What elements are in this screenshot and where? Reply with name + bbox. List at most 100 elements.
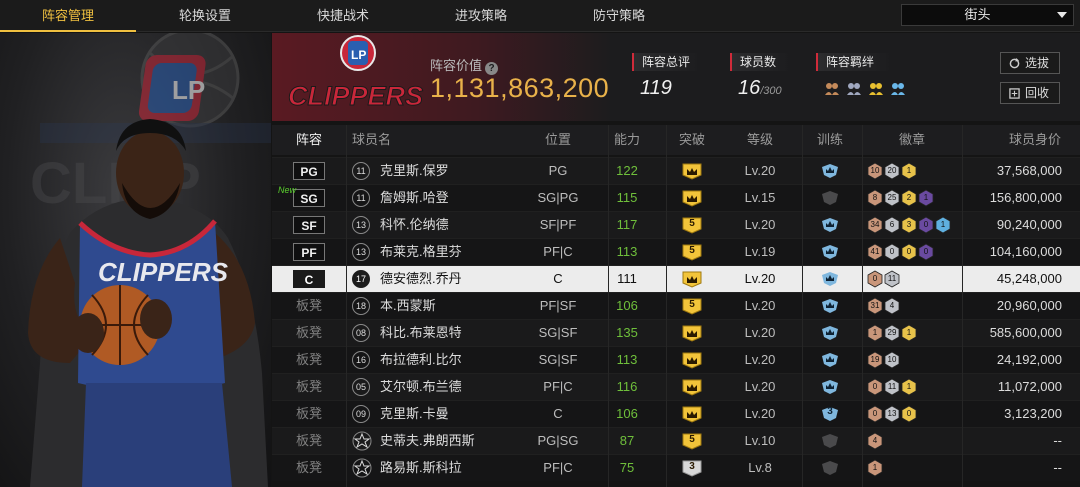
team-logo-text: CLIPPERS bbox=[288, 81, 423, 111]
training-icon[interactable] bbox=[820, 455, 842, 481]
chemistry-icon-3[interactable] bbox=[868, 80, 884, 96]
badge-count: 1 bbox=[906, 328, 912, 337]
table-row[interactable]: PG 11 克里斯.保罗 PG 122 Lv.20 10 20 1 37,568,000 bbox=[272, 157, 1080, 184]
jersey-number: 05 bbox=[352, 378, 370, 396]
jersey-number-cell: 11 bbox=[352, 185, 372, 211]
select-button[interactable]: 选拔 bbox=[1000, 52, 1060, 74]
table-row[interactable]: 板凳 16 布拉德利.比尔 SG|SF 113 Lv.20 19 10 24,192,000 bbox=[272, 346, 1080, 373]
tab-rotation-settings[interactable]: 轮换设置 bbox=[136, 0, 274, 32]
col-training[interactable]: 训练 bbox=[802, 125, 858, 155]
mode-select[interactable]: 街头 bbox=[901, 4, 1074, 26]
badge-list[interactable]: 19 10 bbox=[867, 347, 977, 373]
training-icon[interactable]: 3 bbox=[820, 401, 842, 427]
breakthrough-badge bbox=[682, 158, 706, 184]
training-icon[interactable] bbox=[820, 374, 842, 400]
breakthrough-badge: 5 bbox=[682, 212, 706, 238]
chemistry-icon-2[interactable] bbox=[846, 80, 862, 96]
training-icon[interactable] bbox=[820, 347, 842, 373]
overall-value: 119 bbox=[640, 77, 672, 99]
players-count: 16/300 bbox=[738, 77, 782, 99]
tab-lineup-management[interactable]: 阵容管理 bbox=[0, 0, 136, 32]
bench-label: 板凳 bbox=[295, 325, 322, 340]
tab-quick-tactics[interactable]: 快捷战术 bbox=[274, 0, 412, 32]
bench-label: 板凳 bbox=[295, 406, 322, 421]
badge-list[interactable]: 8 25 2 1 bbox=[867, 185, 977, 211]
player-illustration: LP CLIPP CLIPPERS bbox=[28, 33, 271, 487]
table-row[interactable]: 板凳 路易斯.斯科拉 PF|C 75 3 Lv.8 1 -- bbox=[272, 454, 1080, 481]
bench-label: 板凳 bbox=[295, 379, 322, 394]
lineup-slot: 板凳 bbox=[272, 374, 346, 400]
lineup-slot: PF bbox=[272, 239, 346, 265]
column-divider bbox=[802, 125, 803, 487]
bench-label: 板凳 bbox=[295, 460, 322, 475]
table-row[interactable]: SF 13 科怀.伦纳德 SF|PF 117 5 Lv.20 34 6 3 0 1 90,240,000 bbox=[272, 211, 1080, 238]
player-value: -- bbox=[1053, 460, 1062, 475]
table-row[interactable]: 板凳 史蒂夫.弗朗西斯 PG|SG 87 5 Lv.10 4 -- bbox=[272, 427, 1080, 454]
badge-list[interactable]: 1 bbox=[867, 455, 977, 481]
col-name[interactable]: 球员名 bbox=[352, 125, 412, 155]
badge-count: 0 bbox=[889, 247, 895, 256]
badge-list[interactable]: 4 bbox=[867, 428, 977, 454]
table-row[interactable]: 板凳 18 本.西蒙斯 PF|SF 106 5 Lv.20 31 4 20,960,000 bbox=[272, 292, 1080, 319]
tab-offense-strategy[interactable]: 进攻策略 bbox=[412, 0, 550, 32]
training-icon[interactable] bbox=[820, 293, 842, 319]
player-rating: 116 bbox=[616, 379, 638, 394]
breakthrough-badge bbox=[682, 347, 706, 373]
mode-select-value: 街头 bbox=[964, 7, 991, 22]
col-breakthrough[interactable]: 突破 bbox=[666, 125, 718, 155]
badge-list[interactable]: 41 0 0 0 bbox=[867, 239, 977, 265]
training-icon[interactable] bbox=[820, 212, 842, 238]
badge-count: 13 bbox=[887, 409, 897, 418]
breakthrough-badge: 5 bbox=[682, 428, 706, 454]
breakthrough-badge: 5 bbox=[682, 293, 706, 319]
badge-count: 41 bbox=[870, 247, 880, 256]
table-row[interactable]: C 17 德安德烈.乔丹 C 111 Lv.20 0 11 45,248,000 bbox=[272, 265, 1080, 292]
player-rating: 117 bbox=[616, 217, 638, 232]
player-position: SG|SF bbox=[538, 325, 578, 340]
training-icon[interactable] bbox=[820, 185, 842, 211]
training-icon[interactable] bbox=[820, 239, 842, 265]
table-row[interactable]: 板凳 08 科比.布莱恩特 SG|SF 135 Lv.20 1 29 1 585,600,000 bbox=[272, 319, 1080, 346]
training-icon[interactable] bbox=[820, 158, 842, 184]
badge-count: 1 bbox=[940, 220, 946, 229]
training-icon[interactable] bbox=[820, 320, 842, 346]
badge-list[interactable]: 10 20 1 bbox=[867, 158, 977, 184]
column-divider bbox=[608, 125, 609, 487]
training-icon[interactable] bbox=[820, 428, 842, 454]
col-position[interactable]: 位置 bbox=[508, 125, 608, 155]
table-row[interactable]: SG New 11 詹姆斯.哈登 SG|PG 115 Lv.15 8 25 2 1 156,800,0… bbox=[272, 184, 1080, 211]
col-rating[interactable]: 能力 bbox=[602, 125, 652, 155]
player-position: SF|PF bbox=[539, 217, 577, 232]
table-row[interactable]: 板凳 09 克里斯.卡曼 C 106 Lv.20 3 0 13 0 3,123,200 bbox=[272, 400, 1080, 427]
jersey-number: 11 bbox=[352, 162, 370, 180]
recycle-button[interactable]: 回收 bbox=[1000, 82, 1060, 104]
table-row[interactable]: 板凳 05 艾尔顿.布兰德 PF|C 116 Lv.20 0 11 1 11,072,000 bbox=[272, 373, 1080, 400]
badge-list[interactable]: 1 29 1 bbox=[867, 320, 977, 346]
chemistry-icon-4[interactable] bbox=[890, 80, 906, 96]
badge-count: 1 bbox=[923, 193, 929, 202]
player-position: C bbox=[553, 406, 563, 421]
table-row[interactable]: PF 13 布莱克.格里芬 PF|C 113 5 Lv.19 41 0 0 0 104,160,000 bbox=[272, 238, 1080, 265]
badge-count: 31 bbox=[870, 301, 880, 310]
badge-list[interactable]: 0 13 0 bbox=[867, 401, 977, 427]
col-level[interactable]: 等级 bbox=[730, 125, 790, 155]
roster-table-header: 阵容 球员名 位置 能力 突破 等级 训练 徽章 球员身价 bbox=[272, 125, 1080, 155]
bench-label: 板凳 bbox=[295, 433, 322, 448]
top-nav: 阵容管理 轮换设置 快捷战术 进攻策略 防守策略 街头 bbox=[0, 0, 1080, 32]
chemistry-icon-1[interactable] bbox=[824, 80, 840, 96]
breakthrough-level: 5 bbox=[689, 218, 695, 229]
badge-list[interactable]: 0 11 bbox=[867, 266, 977, 292]
col-badges[interactable]: 徽章 bbox=[882, 125, 942, 155]
player-value: 20,960,000 bbox=[996, 298, 1062, 313]
badge-list[interactable]: 34 6 3 0 1 bbox=[867, 212, 977, 238]
training-icon[interactable] bbox=[820, 266, 842, 292]
bench-label: 板凳 bbox=[295, 298, 322, 313]
breakthrough-level: 5 bbox=[689, 299, 695, 310]
tab-defense-strategy[interactable]: 防守策略 bbox=[550, 0, 688, 32]
col-slot[interactable]: 阵容 bbox=[272, 125, 346, 155]
col-player-value[interactable]: 球员身价 bbox=[990, 125, 1080, 155]
badge-list[interactable]: 31 4 bbox=[867, 293, 977, 319]
new-tag: New bbox=[278, 185, 297, 195]
jersey-number-cell: 16 bbox=[352, 347, 372, 373]
badge-list[interactable]: 0 11 1 bbox=[867, 374, 977, 400]
